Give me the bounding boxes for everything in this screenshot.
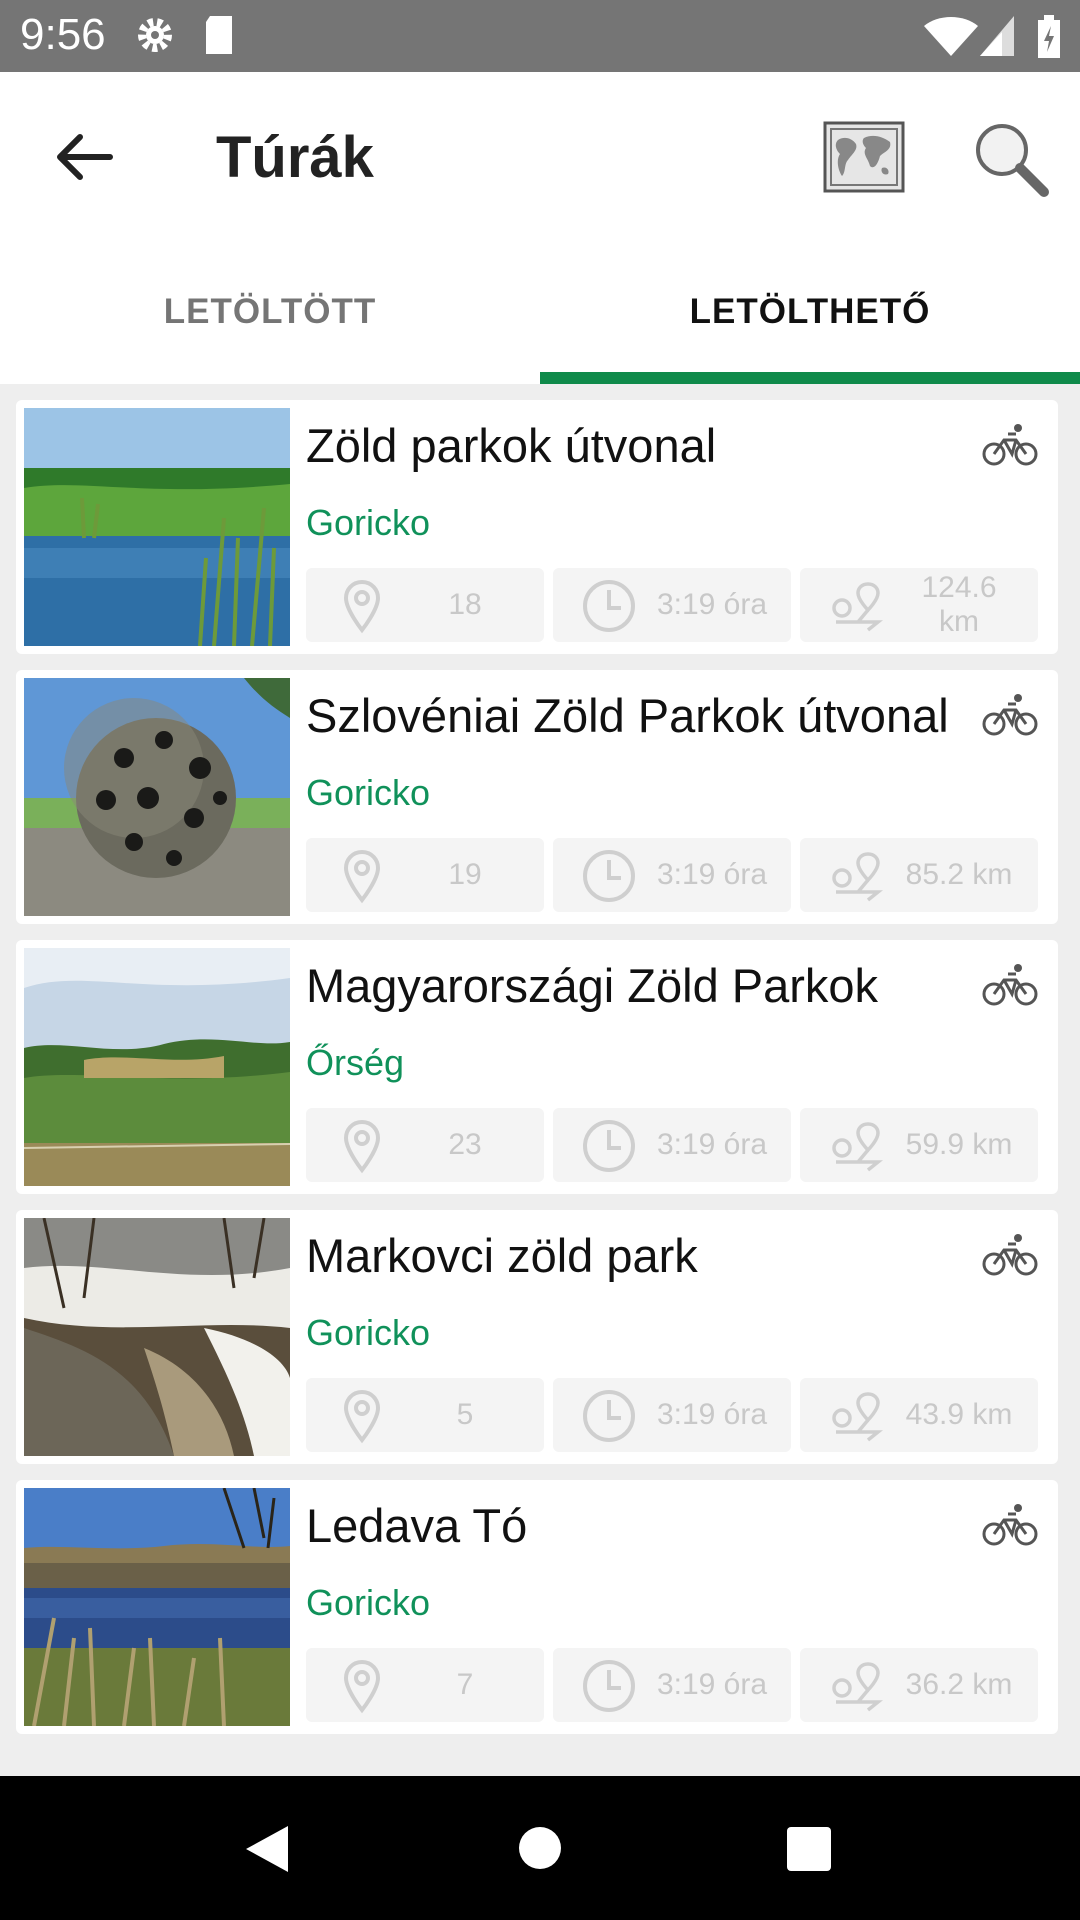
tour-points: 5 xyxy=(456,1398,474,1431)
tab-bar: LETÖLTÖTT LETÖLTHETŐ xyxy=(0,242,1080,384)
bicycle-icon xyxy=(982,960,1038,1008)
tour-points: 18 xyxy=(448,588,482,621)
tour-thumbnail xyxy=(24,408,290,646)
tour-duration-stat: 3:19 óra xyxy=(553,568,791,642)
search-button[interactable] xyxy=(970,118,1050,198)
tour-thumbnail xyxy=(24,678,290,916)
tour-title: Szlovéniai Zöld Parkok útvonal xyxy=(306,689,949,742)
clock-icon xyxy=(581,578,637,634)
tour-thumbnail xyxy=(24,1218,290,1456)
tour-card[interactable]: Zöld parkok útvonal Goricko 18 3:19 óra … xyxy=(16,400,1058,654)
tour-title: Zöld parkok útvonal xyxy=(306,419,717,472)
status-time: 9:56 xyxy=(20,10,106,59)
tour-distance: 36.2 km xyxy=(905,1668,1013,1701)
tour-duration-stat: 3:19 óra xyxy=(553,1108,791,1182)
tour-card[interactable]: Markovci zöld park Goricko 5 3:19 óra 43… xyxy=(16,1210,1058,1464)
location-pin-icon xyxy=(334,1658,390,1714)
tour-card[interactable]: Magyarországi Zöld Parkok Őrség 23 3:19 … xyxy=(16,940,1058,1194)
tour-duration: 3:19 óra xyxy=(656,588,768,621)
tour-duration-stat: 3:19 óra xyxy=(553,1378,791,1452)
arrow-back-icon xyxy=(57,134,113,180)
tour-duration: 3:19 óra xyxy=(656,1128,768,1161)
tour-distance-stat: 59.9 km xyxy=(800,1108,1038,1182)
bicycle-icon xyxy=(982,1230,1038,1278)
cellular-signal-icon xyxy=(980,16,1014,56)
route-icon xyxy=(828,578,884,634)
clock-icon xyxy=(581,1658,637,1714)
tour-points: 19 xyxy=(448,858,482,891)
tour-region: Goricko xyxy=(306,1582,431,1623)
tour-card[interactable]: Szlovéniai Zöld Parkok útvonal Goricko 1… xyxy=(16,670,1058,924)
tour-region: Goricko xyxy=(306,772,431,813)
active-tab-indicator xyxy=(540,372,1080,384)
tour-duration-stat: 3:19 óra xyxy=(553,1648,791,1722)
tour-distance: 124.6 km xyxy=(921,571,997,638)
tour-title: Ledava Tó xyxy=(306,1499,528,1552)
status-bar: 9:56 xyxy=(0,0,1080,72)
tour-duration-stat: 3:19 óra xyxy=(553,838,791,912)
tour-region: Goricko xyxy=(306,1312,431,1353)
map-view-button[interactable] xyxy=(822,120,906,194)
tour-distance-stat: 36.2 km xyxy=(800,1648,1038,1722)
battery-charging-icon xyxy=(1038,15,1060,58)
tour-region: Őrség xyxy=(306,1042,405,1083)
location-pin-icon xyxy=(334,1118,390,1174)
location-pin-icon xyxy=(334,1388,390,1444)
bicycle-icon xyxy=(982,420,1038,468)
nav-recents-icon[interactable] xyxy=(786,1826,832,1872)
route-icon xyxy=(828,1658,884,1714)
bicycle-icon xyxy=(982,690,1038,738)
location-pin-icon xyxy=(334,578,390,634)
route-icon xyxy=(828,848,884,904)
nav-back-icon[interactable] xyxy=(244,1824,290,1874)
wifi-icon xyxy=(924,17,978,56)
route-icon xyxy=(828,1118,884,1174)
tour-distance: 59.9 km xyxy=(905,1128,1013,1161)
tab-downloaded[interactable]: LETÖLTÖTT xyxy=(0,242,540,384)
tour-distance-stat: 85.2 km xyxy=(800,838,1038,912)
tour-points: 7 xyxy=(456,1668,474,1701)
nav-home-icon[interactable] xyxy=(518,1826,562,1870)
settings-icon xyxy=(138,18,172,52)
back-button[interactable] xyxy=(40,122,130,192)
tour-thumbnail xyxy=(24,1488,290,1726)
tour-points: 23 xyxy=(448,1128,482,1161)
clock-icon xyxy=(581,1388,637,1444)
system-navigation-bar xyxy=(0,1776,1080,1920)
tour-duration: 3:19 óra xyxy=(656,1668,768,1701)
world-map-icon xyxy=(823,121,905,193)
clock-icon xyxy=(581,1118,637,1174)
clock-icon xyxy=(581,848,637,904)
tour-points-stat: 5 xyxy=(306,1378,544,1452)
app-bar: Túrák xyxy=(0,72,1080,242)
tour-distance-stat: 43.9 km xyxy=(800,1378,1038,1452)
tour-points-stat: 7 xyxy=(306,1648,544,1722)
tour-thumbnail xyxy=(24,948,290,1186)
sd-card-icon xyxy=(206,16,232,54)
bicycle-icon xyxy=(982,1500,1038,1548)
tour-points-stat: 23 xyxy=(306,1108,544,1182)
tour-duration: 3:19 óra xyxy=(656,858,768,891)
tour-points-stat: 18 xyxy=(306,568,544,642)
tour-distance-stat: 124.6 km xyxy=(800,568,1038,642)
tour-points-stat: 19 xyxy=(306,838,544,912)
tour-duration: 3:19 óra xyxy=(656,1398,768,1431)
tour-title: Markovci zöld park xyxy=(306,1229,698,1282)
search-icon xyxy=(976,124,1049,197)
tour-distance: 85.2 km xyxy=(905,858,1013,891)
tour-region: Goricko xyxy=(306,502,431,543)
tour-title: Magyarországi Zöld Parkok xyxy=(306,959,879,1012)
route-icon xyxy=(828,1388,884,1444)
location-pin-icon xyxy=(334,848,390,904)
tour-card[interactable]: Ledava Tó Goricko 7 3:19 óra 36.2 km xyxy=(16,1480,1058,1734)
tour-distance: 43.9 km xyxy=(905,1398,1013,1431)
page-title: Túrák xyxy=(216,125,374,190)
tab-downloadable[interactable]: LETÖLTHETŐ xyxy=(540,242,1080,384)
